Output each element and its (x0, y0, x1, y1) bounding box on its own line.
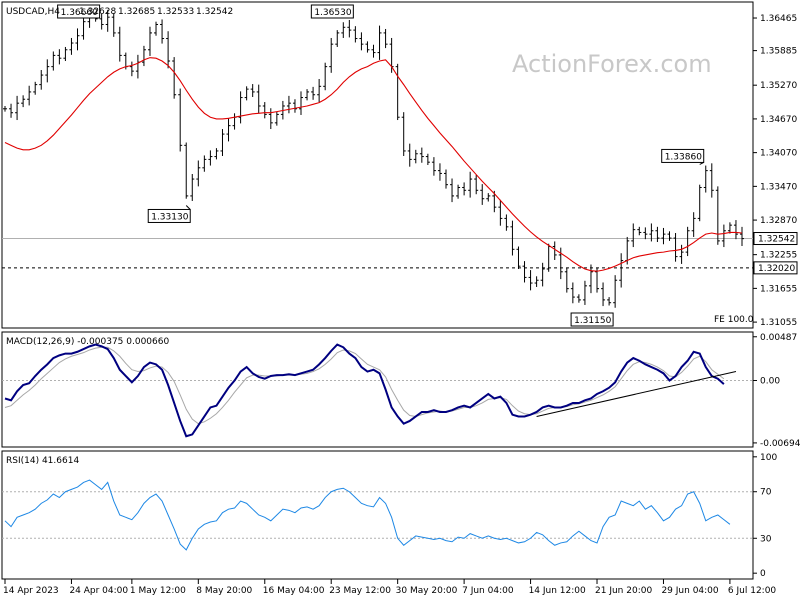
macd-tick-label: 0.00487 (760, 333, 797, 343)
current-price-tag: 1.32542 (753, 232, 798, 246)
x-tick-label: 23 May 12:00 (329, 586, 391, 596)
x-tick-label: 14 Jun 12:00 (529, 586, 586, 596)
support-level-tag: 1.32020 (753, 261, 798, 275)
macd-tick-label: 0.00 (760, 377, 780, 387)
x-tick-label: 1 May 12:00 (130, 586, 186, 596)
price-tick-label: 1.36465 (760, 14, 797, 24)
price-title: USDCAD,H4 (6, 7, 60, 17)
ohlc-high: 1.32685 (118, 7, 155, 17)
x-tick-label: 29 Jun 04:00 (661, 586, 718, 596)
x-tick-label: 30 May 20:00 (396, 586, 458, 596)
annotation-text: 1.33860 (665, 152, 702, 162)
rsi-title: RSI(14) 41.6614 (6, 456, 79, 466)
price-annotation: 1.33860 (661, 148, 705, 165)
price-tick-label: 1.34070 (760, 149, 797, 159)
macd-tick-label: -0.006945 (760, 439, 800, 449)
rsi-tick-label: 70 (760, 488, 772, 498)
chart-window: 1.36660 1.33130 1.36530 1.31150 1.33860 1.36… (0, 0, 800, 600)
macd-panel (1, 331, 754, 448)
price-tick-label: 1.33470 (760, 182, 797, 192)
price-tick-label: 1.35270 (760, 81, 797, 91)
watermark: ActionForex.com (512, 50, 712, 78)
ohlc-low: 1.32533 (157, 7, 194, 17)
rsi-tick-label: 100 (760, 453, 777, 463)
x-tick-label: 6 Jul 12:00 (728, 586, 777, 596)
annotation-text: 1.33130 (151, 212, 188, 222)
ohlc-open: 1.32628 (79, 7, 116, 17)
price-tag-text: 1.32542 (758, 235, 795, 245)
ohlc-close: 1.32542 (196, 7, 233, 17)
price-tick-label: 1.31655 (760, 284, 797, 294)
price-tag-text: 1.32020 (758, 264, 795, 274)
price-tick-label: 1.35885 (760, 47, 797, 57)
price-tick-label: 1.34670 (760, 115, 797, 125)
chart-svg: 1.366601.331301.365301.311501.33860 1.36… (1, 1, 800, 596)
rsi-tick-label: 30 (760, 534, 772, 544)
fib-label: FE 100.0 (714, 315, 754, 325)
price-tick-label: 1.32870 (760, 216, 797, 226)
x-tick-label: 16 May 04:00 (263, 586, 325, 596)
rsi-panel (1, 450, 754, 580)
x-tick-label: 8 May 20:00 (196, 586, 252, 596)
macd-title: MACD(12,26,9) -0.000375 0.000660 (6, 337, 169, 347)
rsi-tick-label: 0 (760, 569, 766, 579)
x-tick-label: 7 Jun 04:00 (462, 586, 514, 596)
price-tick-label: 1.32255 (760, 251, 797, 261)
annotation-text: 1.36530 (314, 8, 351, 18)
x-tick-label: 24 Apr 04:00 (69, 586, 128, 596)
x-tick-label: 14 Apr 2023 (3, 586, 59, 596)
price-annotation: 1.36530 (310, 4, 354, 19)
price-annotation: 1.31150 (570, 312, 614, 327)
annotation-text: 1.31150 (574, 316, 611, 326)
x-tick-label: 21 Jun 20:00 (595, 586, 652, 596)
price-tick-label: 1.31055 (760, 318, 797, 328)
